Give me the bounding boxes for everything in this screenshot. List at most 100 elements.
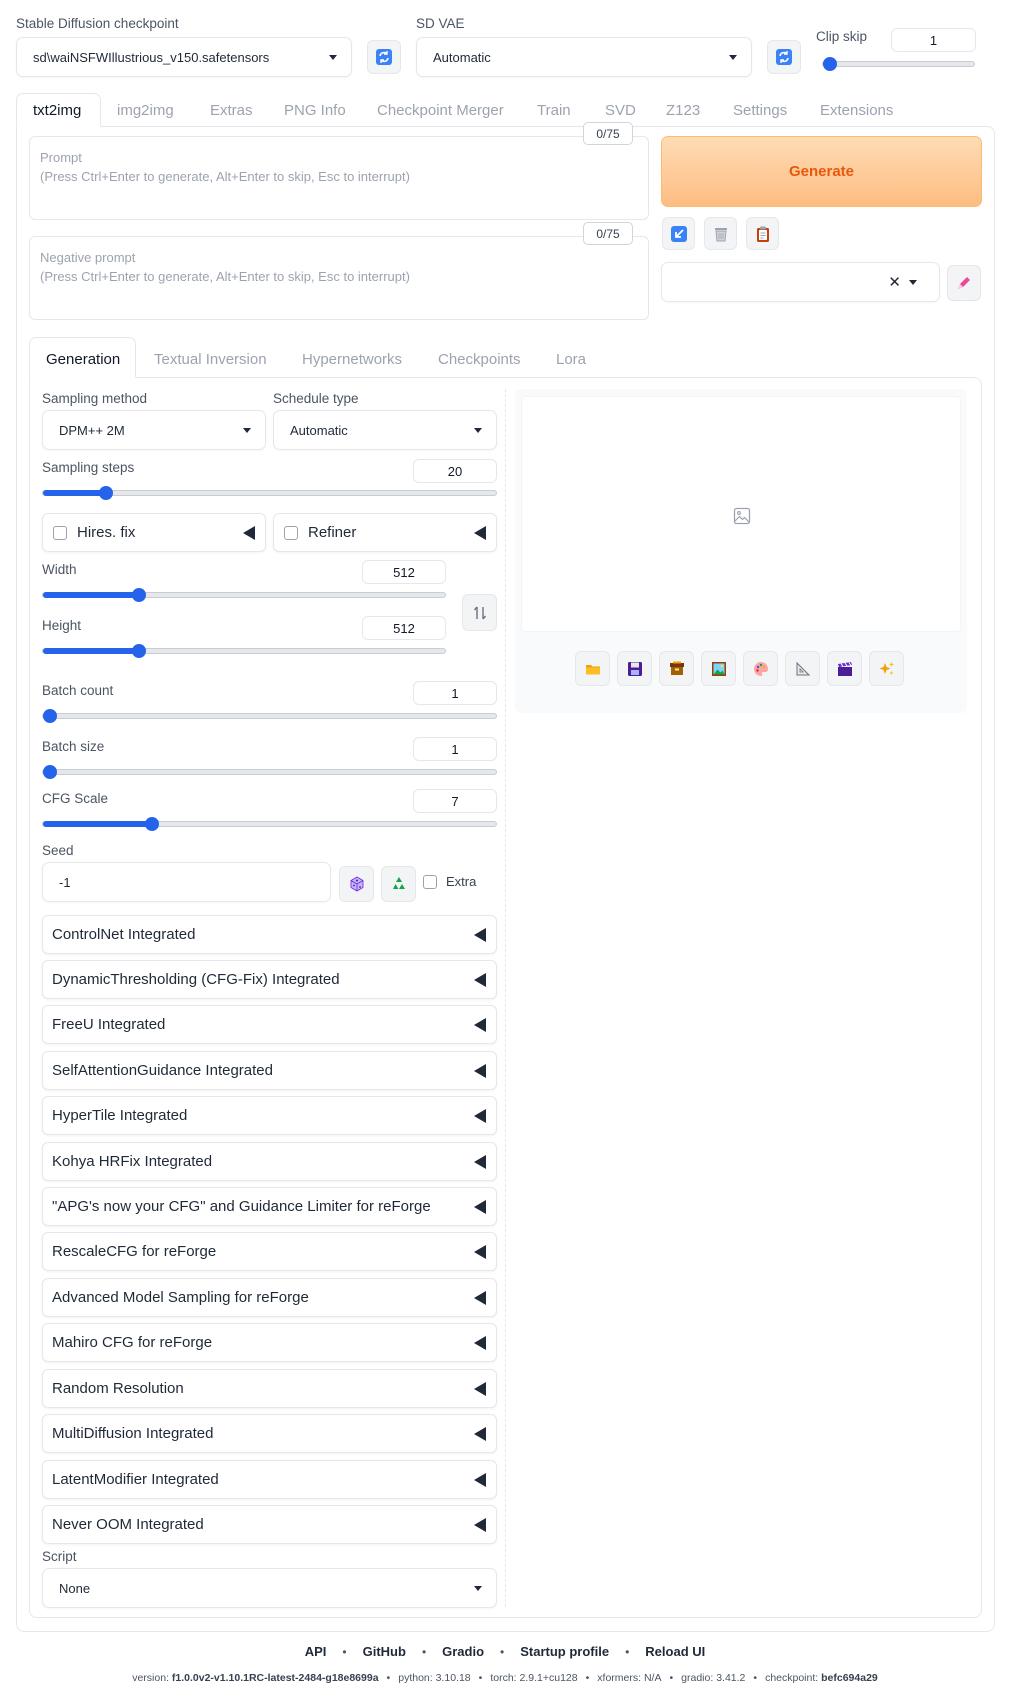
accordion-label: RescaleCFG for reForge: [52, 1243, 217, 1260]
cfg-scale-slider[interactable]: [42, 817, 497, 831]
height-slider[interactable]: [42, 644, 446, 658]
tab-z123[interactable]: Z123: [666, 102, 700, 119]
schedule-type-value: Automatic: [290, 422, 348, 438]
clear-prompt-button[interactable]: [704, 217, 737, 250]
subtab-checkpoints[interactable]: Checkpoints: [438, 351, 521, 368]
sampling-steps-slider[interactable]: [42, 486, 497, 500]
sampling-steps-input[interactable]: 20: [413, 459, 497, 483]
refiner-checkbox[interactable]: [284, 525, 298, 540]
gradio-version: gradio: 3.41.2: [681, 1672, 746, 1684]
accordion-advanced-model-sampling[interactable]: Advanced Model Sampling for reForge: [42, 1278, 497, 1317]
refresh-icon: [376, 49, 392, 65]
accordion-kohya-hrfix[interactable]: Kohya HRFix Integrated: [42, 1142, 497, 1181]
batch-count-slider[interactable]: [42, 709, 497, 723]
hires-fix-checkbox[interactable]: [53, 525, 67, 540]
version-item: version: f1.0.0v2-v1.10.1RC-latest-2484-…: [132, 1672, 379, 1684]
footer-link-github[interactable]: GitHub: [363, 1644, 406, 1659]
swap-dimensions-button[interactable]: [462, 594, 497, 631]
seed-input[interactable]: -1: [42, 862, 331, 902]
subtab-hypernetworks[interactable]: Hypernetworks: [302, 351, 402, 368]
accordion-self-attention-guidance[interactable]: SelfAttentionGuidance Integrated: [42, 1051, 497, 1090]
footer-link-api[interactable]: API: [305, 1644, 327, 1659]
sampling-method-dropdown[interactable]: DPM++ 2M: [42, 410, 266, 450]
refresh-vae-button[interactable]: [767, 40, 801, 74]
zip-button[interactable]: [659, 651, 694, 686]
prompt-textarea[interactable]: Prompt (Press Ctrl+Enter to generate, Al…: [29, 136, 649, 220]
schedule-type-dropdown[interactable]: Automatic: [273, 410, 497, 450]
checkpoint-dropdown[interactable]: sd\waiNSFWIllustrious_v150.safetensors: [16, 37, 352, 77]
slider-thumb[interactable]: [43, 709, 57, 723]
tab-settings[interactable]: Settings: [733, 102, 787, 119]
refresh-checkpoint-button[interactable]: [367, 40, 401, 74]
extra-seed-toggle[interactable]: Extra: [423, 874, 476, 889]
open-folder-button[interactable]: [575, 651, 610, 686]
accordion-freeu[interactable]: FreeU Integrated: [42, 1005, 497, 1044]
clear-icon[interactable]: ✕: [888, 273, 901, 291]
negative-prompt-textarea[interactable]: Negative prompt (Press Ctrl+Enter to gen…: [29, 236, 649, 320]
triangle-left-icon: [474, 1426, 486, 1441]
subtab-generation[interactable]: Generation: [46, 351, 120, 368]
footer-link-reload-ui[interactable]: Reload UI: [645, 1644, 705, 1659]
accordion-dynamic-thresholding[interactable]: DynamicThresholding (CFG-Fix) Integrated: [42, 960, 497, 999]
extra-checkbox[interactable]: [423, 874, 437, 889]
height-label: Height: [42, 618, 82, 633]
sparkles-button[interactable]: [869, 651, 904, 686]
separator-dot: •: [500, 1644, 505, 1659]
accordion-random-resolution[interactable]: Random Resolution: [42, 1369, 497, 1408]
subtab-lora[interactable]: Lora: [556, 351, 586, 368]
send-to-inpaint-button[interactable]: [743, 651, 778, 686]
script-dropdown[interactable]: None: [42, 1568, 497, 1608]
subtab-textual-inversion[interactable]: Textual Inversion: [154, 351, 267, 368]
slider-thumb[interactable]: [43, 765, 57, 779]
send-to-svd-button[interactable]: [827, 651, 862, 686]
accordion-rescalecfg[interactable]: RescaleCFG for reForge: [42, 1232, 497, 1271]
read-params-button[interactable]: [662, 217, 695, 250]
prompt-token-counter: 0/75: [583, 122, 633, 145]
edit-styles-button[interactable]: [947, 265, 981, 301]
vae-dropdown[interactable]: Automatic: [416, 37, 752, 77]
accordion-apg-guidance-limiter[interactable]: "APG's now your CFG" and Guidance Limite…: [42, 1187, 497, 1226]
send-to-img2img-button[interactable]: [701, 651, 736, 686]
apply-styles-button[interactable]: [746, 217, 779, 250]
batch-count-input[interactable]: 1: [413, 681, 497, 705]
accordion-label: HyperTile Integrated: [52, 1107, 188, 1124]
accordion-mahiro-cfg[interactable]: Mahiro CFG for reForge: [42, 1323, 497, 1362]
accordion-controlnet[interactable]: ControlNet Integrated: [42, 915, 497, 954]
batch-size-input[interactable]: 1: [413, 737, 497, 761]
tab-extras[interactable]: Extras: [210, 102, 253, 119]
send-to-extras-button[interactable]: [785, 651, 820, 686]
accordion-latentmodifier[interactable]: LatentModifier Integrated: [42, 1460, 497, 1499]
tab-png-info[interactable]: PNG Info: [284, 102, 346, 119]
generate-button[interactable]: Generate: [661, 136, 982, 207]
width-slider[interactable]: [42, 588, 446, 602]
clip-skip-slider[interactable]: [822, 57, 975, 71]
slider-thumb[interactable]: [144, 817, 159, 831]
width-input[interactable]: 512: [362, 560, 446, 584]
clip-skip-input[interactable]: 1: [891, 28, 976, 52]
separator-dot: •: [342, 1644, 347, 1659]
tab-extensions[interactable]: Extensions: [820, 102, 893, 119]
refiner-accordion[interactable]: Refiner: [273, 513, 497, 552]
cfg-scale-input[interactable]: 7: [413, 789, 497, 813]
footer-link-gradio[interactable]: Gradio: [442, 1644, 484, 1659]
hires-fix-accordion[interactable]: Hires. fix: [42, 513, 266, 552]
random-seed-button[interactable]: [339, 866, 374, 902]
tab-checkpoint-merger[interactable]: Checkpoint Merger: [377, 102, 504, 119]
slider-thumb[interactable]: [823, 57, 837, 71]
reuse-seed-button[interactable]: [381, 866, 416, 902]
tab-svd[interactable]: SVD: [605, 102, 636, 119]
triangle-left-icon: [474, 972, 486, 987]
accordion-multidiffusion[interactable]: MultiDiffusion Integrated: [42, 1414, 497, 1453]
footer-link-startup-profile[interactable]: Startup profile: [520, 1644, 609, 1659]
save-button[interactable]: [617, 651, 652, 686]
tab-train[interactable]: Train: [537, 102, 571, 119]
batch-size-slider[interactable]: [42, 765, 497, 779]
tab-txt2img[interactable]: txt2img: [33, 102, 81, 119]
accordion-hypertile[interactable]: HyperTile Integrated: [42, 1096, 497, 1135]
height-input[interactable]: 512: [362, 616, 446, 640]
styles-dropdown[interactable]: ✕: [661, 262, 940, 302]
accordion-never-oom[interactable]: Never OOM Integrated: [42, 1505, 497, 1544]
tab-img2img[interactable]: img2img: [117, 102, 174, 119]
sparkles-icon: [879, 661, 894, 675]
negative-prompt-token-counter: 0/75: [583, 222, 633, 245]
